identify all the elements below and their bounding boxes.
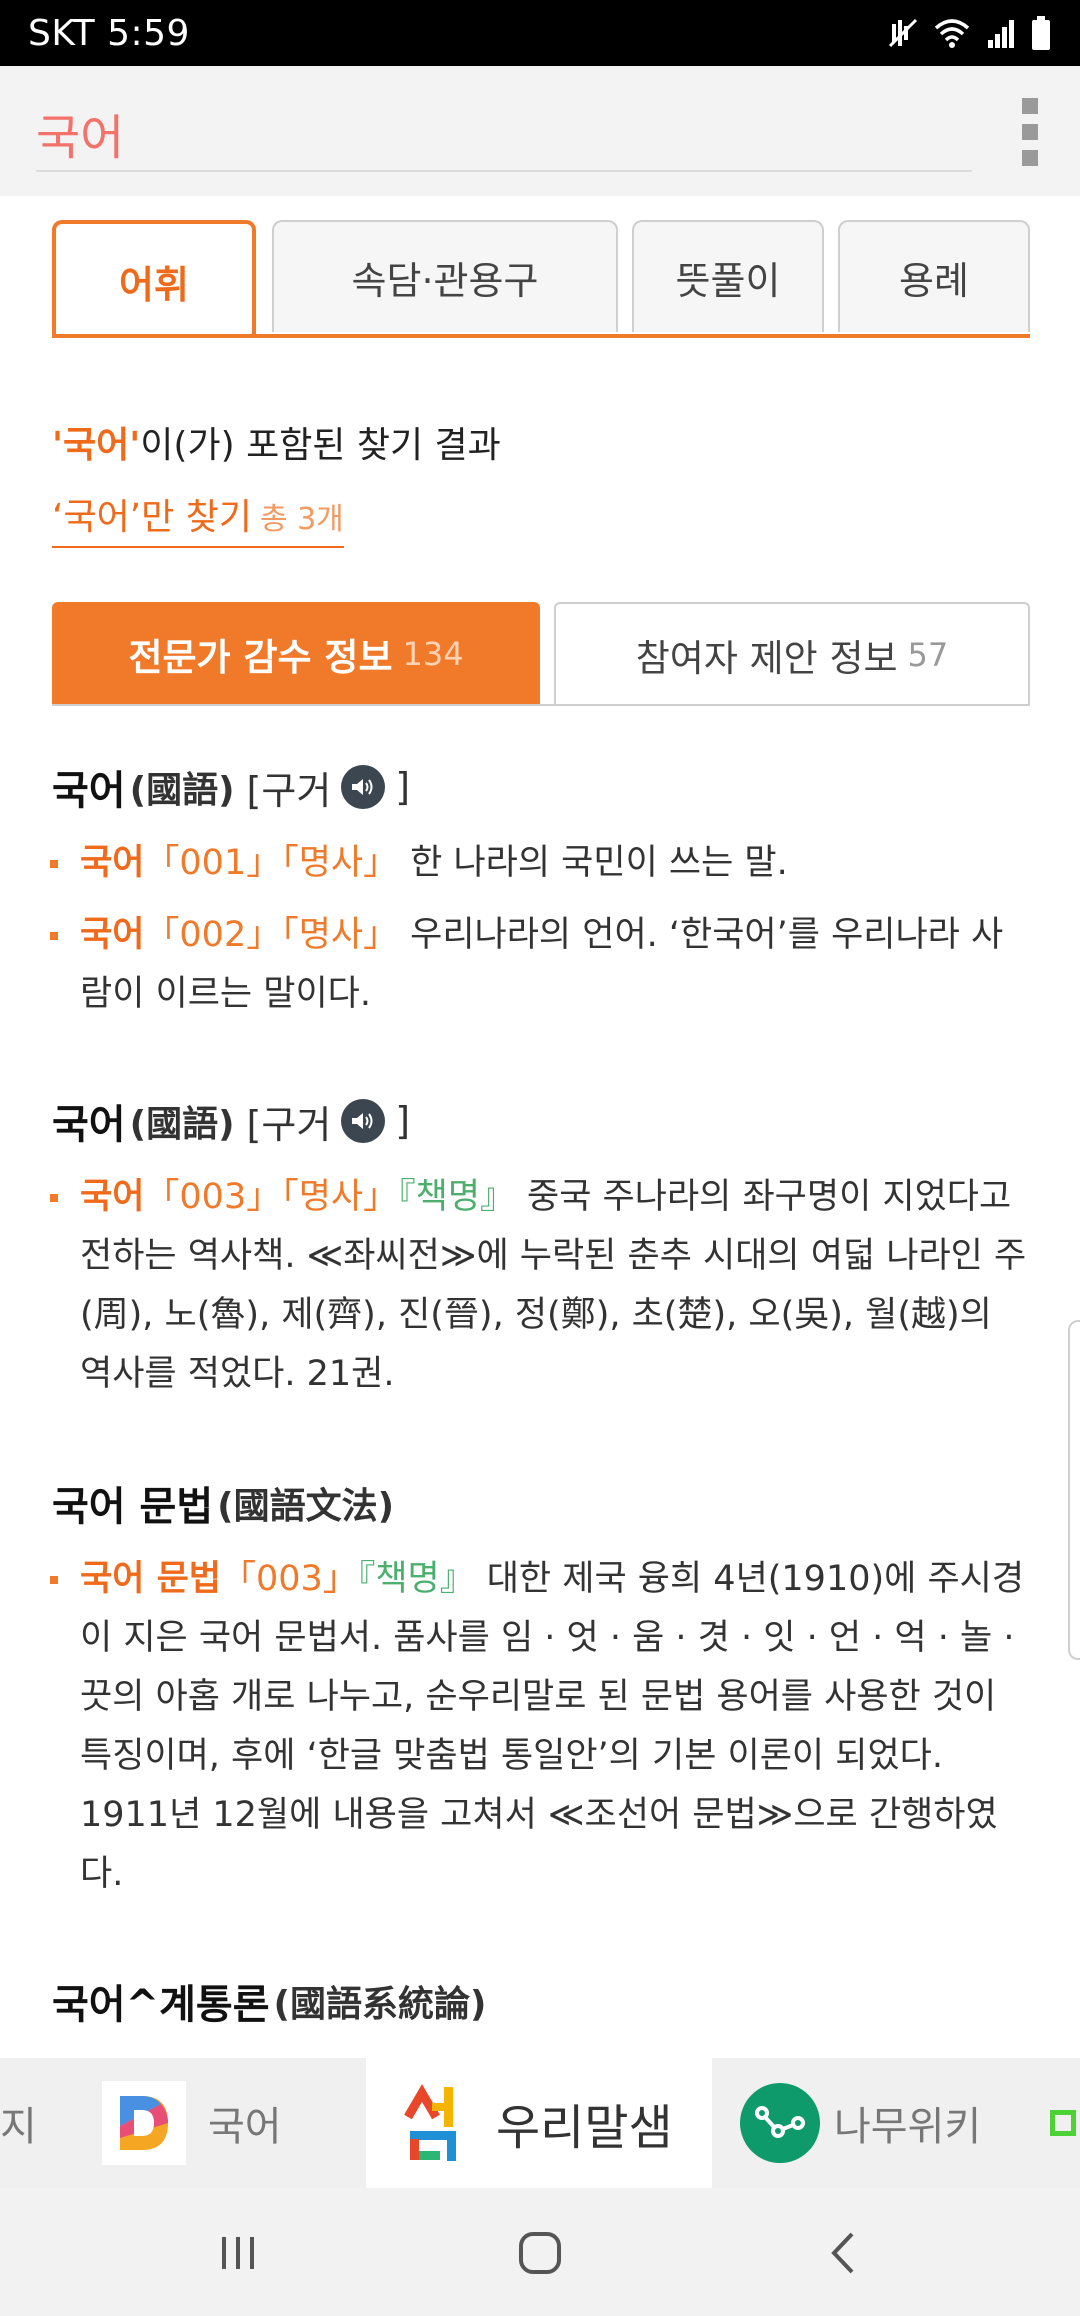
switcher-item-namuwiki[interactable]: 나무위키 xyxy=(740,2058,1040,2188)
tab-expert-info[interactable]: 전문가 감수 정보 134 xyxy=(52,602,540,706)
def-text: 대한 제국 융희 4년(1910)에 주시경이 지은 국어 문법서. 품사를 임… xyxy=(80,1559,1025,1894)
signal-icon xyxy=(988,20,1014,48)
entry-pronunciation: [구거 ] xyxy=(246,760,411,815)
speaker-icon[interactable] xyxy=(341,1099,386,1143)
exact-search-count: 총 3개 xyxy=(259,502,344,537)
wifi-icon xyxy=(934,19,970,48)
speaker-icon[interactable] xyxy=(341,765,386,809)
def-text: 한 나라의 국민이 쓰는 말. xyxy=(410,843,788,883)
user-count: 57 xyxy=(907,636,949,674)
tab-definitions[interactable]: 뜻풀이 xyxy=(632,220,824,332)
tab-user-info[interactable]: 참여자 제안 정보 57 xyxy=(554,602,1030,706)
app-root: SKT 5:59 어휘 속담·관용구 뜻풀이 용례 '국어'이(가) 포함된 찾… xyxy=(0,0,1080,2316)
pron-close: ] xyxy=(395,1099,411,1143)
def-tags: 「003」「명사」 xyxy=(144,1177,399,1217)
battery-icon xyxy=(1032,16,1050,50)
tabs-underline xyxy=(52,334,1030,338)
result-suffix: 이(가) 포함된 찾기 결과 xyxy=(140,425,501,466)
navigation-bar xyxy=(0,2188,1080,2316)
back-icon[interactable] xyxy=(804,2218,884,2288)
definition-item[interactable]: 국어 문법「003」『책명』 대한 제국 융희 4년(1910)에 주시경이 지은… xyxy=(50,1550,1030,1904)
status-icons xyxy=(886,15,1052,51)
home-icon[interactable] xyxy=(500,2218,580,2288)
expert-count: 134 xyxy=(402,635,464,673)
entry-word: 국어 xyxy=(52,768,126,814)
tab-proverbs-idioms[interactable]: 속담·관용구 xyxy=(272,220,618,332)
entry-hanja: (國語) xyxy=(129,1104,235,1145)
switcher-item-partial[interactable]: 지 xyxy=(0,2058,60,2188)
def-word: 국어 xyxy=(80,1177,145,1217)
def-word: 국어 xyxy=(80,843,145,883)
entry-heading[interactable]: 국어 (國語) [구거 ] xyxy=(52,758,410,816)
user-label: 참여자 제안 정보 xyxy=(635,637,898,680)
expert-label: 전문가 감수 정보 xyxy=(128,636,393,679)
pron-text: [구거 xyxy=(246,768,332,813)
def-tags: 「002」「명사」 xyxy=(144,915,399,955)
def-word: 국어 xyxy=(80,915,145,955)
entry-word: 국어 xyxy=(52,1102,126,1148)
partial-label: 지 xyxy=(0,2104,37,2150)
pron-close: ] xyxy=(395,765,411,809)
urimalsaem-logo-icon xyxy=(400,2081,472,2165)
search-input[interactable] xyxy=(36,96,972,172)
exact-search-label: ‘국어’만 찾기 xyxy=(52,497,252,538)
def-tags: 「003」 xyxy=(221,1559,358,1599)
entry-word: 국어 문법 xyxy=(52,1484,214,1530)
entry-word: 국어^계통론 xyxy=(52,1982,270,2028)
switcher-item-urimalsaem[interactable]: 우리말샘 xyxy=(366,2058,712,2188)
tab-vocabulary[interactable]: 어휘 xyxy=(52,220,256,338)
recents-icon[interactable] xyxy=(198,2218,278,2288)
switcher-item-daum[interactable]: 국어 xyxy=(102,2058,362,2188)
entry-heading[interactable]: 국어 (國語) [구거 ] xyxy=(52,1092,410,1150)
urimalsaem-label: 우리말샘 xyxy=(496,2100,673,2156)
definition-item[interactable]: 국어「003」「명사」『책명』 중국 주나라의 좌구명이 지었다고 전하는 역사책… xyxy=(50,1168,1030,1404)
definition-item[interactable]: 국어「002」「명사」 우리나라의 언어. ‘한국어’를 우리나라 사람이 이르는… xyxy=(50,906,1030,1024)
def-book-tag: 『책명』 xyxy=(357,1559,475,1599)
daum-label: 국어 xyxy=(208,2104,282,2150)
search-header xyxy=(0,66,1080,196)
result-summary: '국어'이(가) 포함된 찾기 결과 xyxy=(52,416,501,468)
def-book-tag: 『책명』 xyxy=(398,1177,516,1217)
entry-hanja: (國語) xyxy=(129,770,235,811)
def-word: 국어 문법 xyxy=(80,1559,221,1599)
entry-pronunciation: [구거 ] xyxy=(246,1094,411,1149)
entry-hanja: (國語文法) xyxy=(217,1486,395,1527)
def-tags: 「001」「명사」 xyxy=(144,843,399,883)
exact-search-link[interactable]: ‘국어’만 찾기 총 3개 xyxy=(52,488,344,548)
mute-icon xyxy=(888,18,918,48)
status-bar: SKT 5:59 xyxy=(0,0,1080,66)
definition-item[interactable]: 국어「001」「명사」 한 나라의 국민이 쓰는 말. xyxy=(50,834,1030,893)
entry-heading[interactable]: 국어^계통론 (國語系統論) xyxy=(52,1972,486,2030)
namuwiki-label: 나무위키 xyxy=(834,2104,982,2150)
app-switcher: 지 국어 우리말샘 나무위키 xyxy=(0,2058,1080,2188)
result-keyword: '국어' xyxy=(52,425,141,466)
category-tabs: 어휘 속담·관용구 뜻풀이 용례 xyxy=(52,220,1030,338)
entry-hanja: (國語系統論) xyxy=(273,1984,487,2025)
carrier-time: SKT 5:59 xyxy=(28,12,190,54)
entry-heading[interactable]: 국어 문법 (國語文法) xyxy=(52,1474,394,1532)
switcher-item-partial-right[interactable] xyxy=(1050,2058,1080,2188)
namuwiki-logo-icon xyxy=(740,2083,820,2163)
pron-text: [구거 xyxy=(246,1102,332,1147)
tab-examples[interactable]: 용례 xyxy=(838,220,1030,332)
daum-logo-icon xyxy=(102,2081,186,2165)
side-panel-handle[interactable] xyxy=(1068,1320,1080,1660)
info-tabs-underline xyxy=(52,704,1030,706)
kebab-menu-icon[interactable] xyxy=(1012,92,1048,172)
